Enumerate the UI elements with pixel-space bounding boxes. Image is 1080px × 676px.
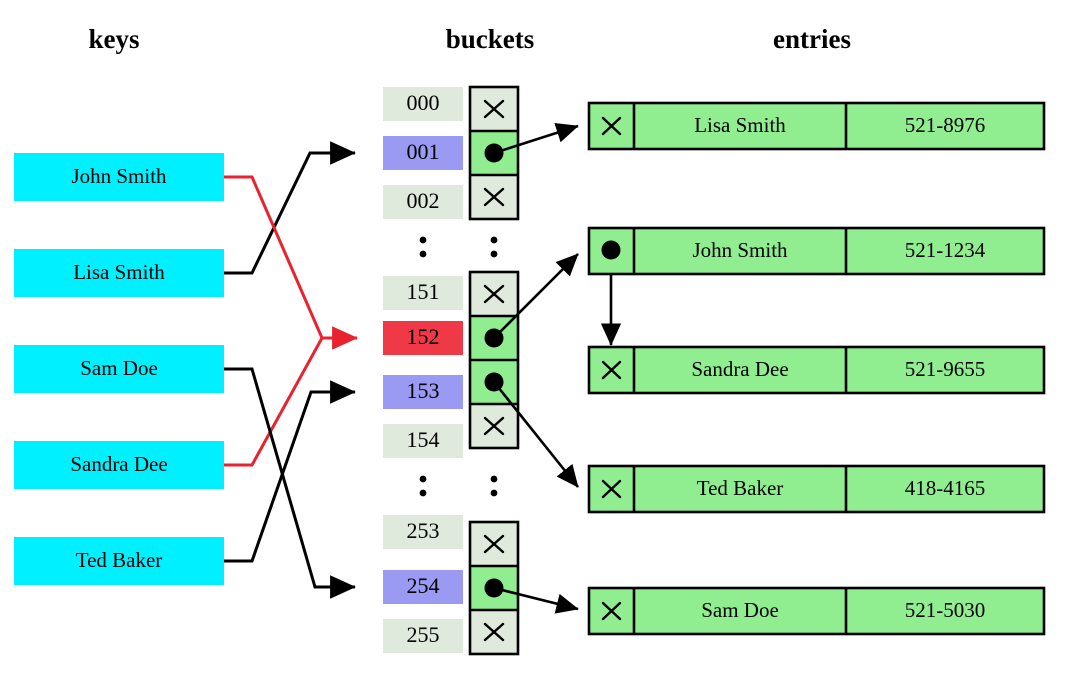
bucket-index-label: 152 bbox=[407, 324, 440, 349]
bucket-index-label: 254 bbox=[407, 573, 440, 598]
header-keys: keys bbox=[88, 24, 139, 54]
bucket-index-152[interactable]: 152 bbox=[383, 321, 463, 355]
entry-value-label: 418-4165 bbox=[905, 476, 986, 500]
bucket-pointer-column bbox=[468, 85, 520, 656]
bucket-index-label: 151 bbox=[407, 279, 440, 304]
bucket-index-151[interactable]: 151 bbox=[383, 276, 463, 310]
link-lisa-smith-to-bucket-001 bbox=[224, 141, 356, 275]
entry-value-label: 521-1234 bbox=[905, 238, 986, 262]
key-label: Sam Doe bbox=[80, 356, 158, 380]
bucket-index-label: 154 bbox=[407, 427, 440, 452]
link-john-smith-to-bucket-152 bbox=[224, 175, 358, 350]
entry-name-label: Ted Baker bbox=[697, 476, 784, 500]
bucket-index-ellipsis-bottom bbox=[419, 475, 427, 497]
bucket-index-label: 000 bbox=[407, 90, 440, 115]
bucket-pointer-ellipsis-top bbox=[490, 236, 498, 258]
key-box-lisa-smith[interactable]: Lisa Smith bbox=[14, 249, 224, 297]
key-label: Ted Baker bbox=[76, 548, 163, 572]
entry-row-john-smith[interactable]: John Smith 521-1234 bbox=[587, 226, 1046, 276]
bucket-index-label: 002 bbox=[407, 188, 440, 213]
bucket-index-label: 255 bbox=[407, 622, 440, 647]
header-entries: entries bbox=[773, 24, 851, 54]
entry-next-pointer-filled[interactable] bbox=[601, 240, 621, 260]
entry-value-label: 521-5030 bbox=[905, 598, 986, 622]
hash-table-diagram: keys buckets entries John Smith Lisa Smi… bbox=[0, 0, 1080, 676]
entry-name-label: Lisa Smith bbox=[694, 113, 786, 137]
bucket-index-255[interactable]: 255 bbox=[383, 619, 463, 653]
bucket-pointer-group-middle bbox=[468, 270, 520, 450]
link-ted-baker-to-bucket-153 bbox=[224, 380, 356, 563]
key-label: John Smith bbox=[71, 164, 167, 188]
diagram-canvas: keys buckets entries John Smith Lisa Smi… bbox=[14, 24, 1046, 656]
entry-value-label: 521-9655 bbox=[905, 357, 986, 381]
bucket-index-001[interactable]: 001 bbox=[383, 136, 463, 170]
key-label: Sandra Dee bbox=[70, 452, 167, 476]
bucket-index-ellipsis-top bbox=[419, 236, 427, 258]
key-box-sam-doe[interactable]: Sam Doe bbox=[14, 345, 224, 393]
bucket-index-label: 253 bbox=[407, 518, 440, 543]
bucket-index-153[interactable]: 153 bbox=[383, 375, 463, 409]
key-to-bucket-links bbox=[224, 141, 358, 599]
link-sam-doe-to-bucket-254 bbox=[224, 367, 356, 599]
bucket-pointer-ellipsis-bottom bbox=[490, 475, 498, 497]
bucket-index-253[interactable]: 253 bbox=[383, 515, 463, 549]
entry-row-sam-doe[interactable]: Sam Doe 521-5030 bbox=[587, 586, 1046, 636]
bucket-index-label: 001 bbox=[407, 139, 440, 164]
bucket-index-label: 153 bbox=[407, 378, 440, 403]
entry-row-sandra-dee[interactable]: Sandra Dee 521-9655 bbox=[587, 345, 1046, 395]
key-box-ted-baker[interactable]: Ted Baker bbox=[14, 537, 224, 585]
entry-row-lisa-smith[interactable]: Lisa Smith 521-8976 bbox=[587, 101, 1046, 151]
bucket-index-002[interactable]: 002 bbox=[383, 185, 463, 219]
header-buckets: buckets bbox=[446, 24, 535, 54]
entries-column: Lisa Smith 521-8976 John Smith 521-1234 bbox=[587, 101, 1046, 636]
entry-name-label: John Smith bbox=[692, 238, 788, 262]
bucket-index-254[interactable]: 254 bbox=[383, 570, 463, 604]
key-box-sandra-dee[interactable]: Sandra Dee bbox=[14, 441, 224, 489]
keys-column: John Smith Lisa Smith Sam Doe Sandra Dee… bbox=[14, 153, 224, 585]
key-label: Lisa Smith bbox=[73, 260, 165, 284]
entry-name-label: Sandra Dee bbox=[691, 357, 788, 381]
entry-name-label: Sam Doe bbox=[701, 598, 779, 622]
bucket-index-column: 000 001 002 151 152 153 154 253 254 255 bbox=[383, 87, 463, 653]
key-box-john-smith[interactable]: John Smith bbox=[14, 153, 224, 201]
bucket-index-154[interactable]: 154 bbox=[383, 424, 463, 458]
entry-row-ted-baker[interactable]: Ted Baker 418-4165 bbox=[587, 464, 1046, 514]
bucket-index-000[interactable]: 000 bbox=[383, 87, 463, 121]
column-headers: keys buckets entries bbox=[88, 24, 850, 54]
entry-value-label: 521-8976 bbox=[905, 113, 986, 137]
